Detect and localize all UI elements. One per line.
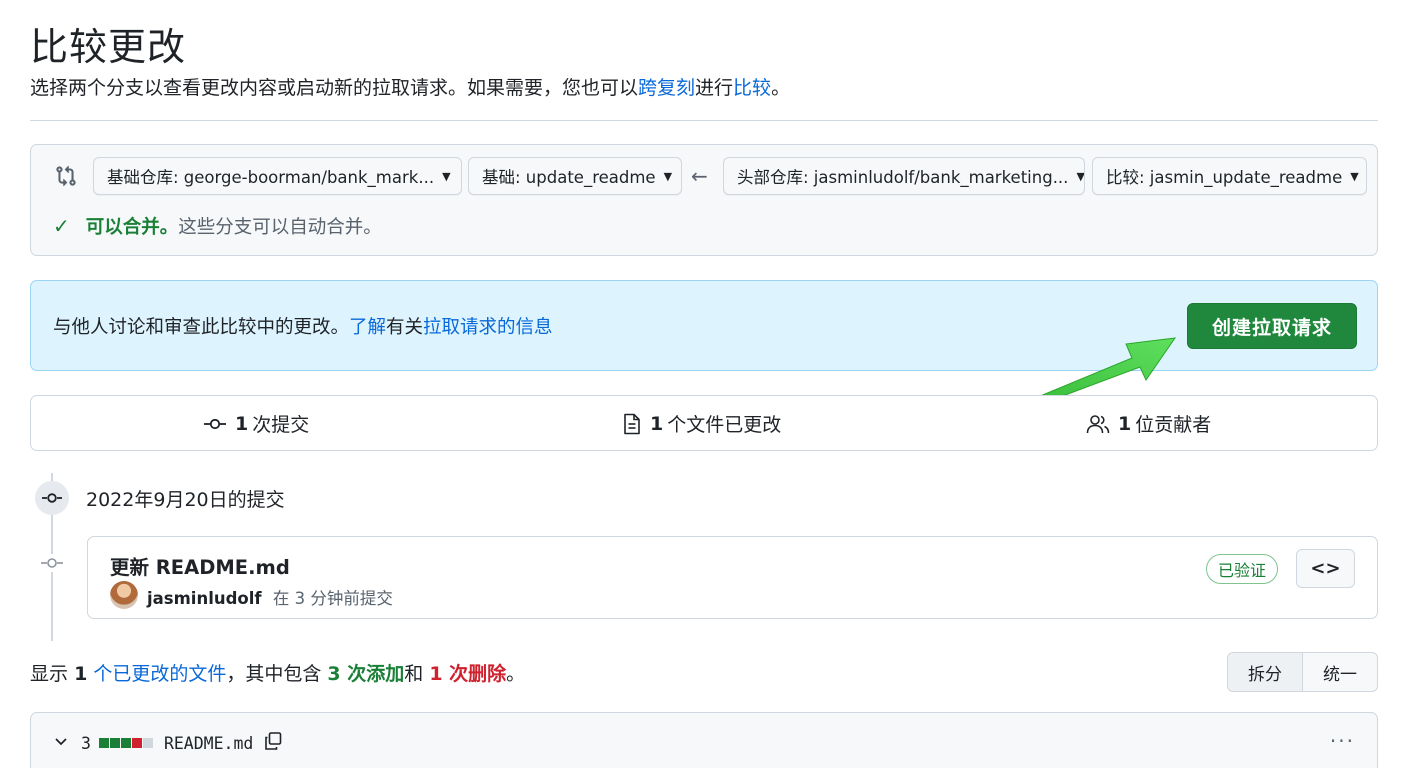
merge-ok-label: 可以合并。	[85, 217, 179, 238]
files-count: 1	[650, 412, 664, 435]
file-change-count: 3	[81, 733, 91, 753]
git-commit-icon	[42, 493, 62, 503]
commit-title-link[interactable]: 更新 README.md	[110, 551, 290, 580]
merge-detail: 这些分支可以自动合并。	[178, 217, 382, 238]
compare-branch-label: 比较: jasmin_update_readme	[1106, 168, 1343, 187]
caret-down-icon: ▼	[442, 169, 451, 183]
file-name-link[interactable]: README.md	[164, 734, 253, 753]
head-repo-select[interactable]: 头部仓库: jasminludolf/bank_marketing... ▼	[723, 157, 1085, 195]
learn-link[interactable]: 了解	[349, 317, 386, 338]
unified-view-button[interactable]: 统一	[1303, 653, 1377, 691]
banner-text-mid: 有关	[386, 317, 424, 338]
diff-files-count: 1	[74, 663, 88, 685]
caret-down-icon: ▼	[1350, 169, 1359, 183]
commit-card: 更新 README.md jasminludolf 在 3 分钟前提交 已验证 …	[87, 536, 1378, 619]
deletions-count: 1 次删除	[429, 663, 507, 685]
copy-icon[interactable]	[263, 731, 283, 755]
code-icon: <>	[1310, 558, 1341, 579]
files-label: 个文件已更改	[667, 414, 782, 436]
file-row: 3 README.md	[53, 731, 283, 755]
git-compare-icon	[56, 165, 76, 187]
compare-link[interactable]: 比较	[733, 77, 771, 99]
timeline-date-badge	[35, 481, 69, 515]
page-subtitle: 选择两个分支以查看更改内容或启动新的拉取请求。如果需要，您也可以跨复刻进行比较。	[30, 73, 790, 100]
base-repo-label: 基础仓库: george-boorman/bank_mark...	[107, 168, 435, 187]
diff-view-toggle: 拆分 统一	[1227, 652, 1378, 692]
changed-files-link[interactable]: 个已更改的文件	[93, 663, 226, 685]
contributors-label: 位贡献者	[1135, 414, 1212, 436]
commits-count: 1	[235, 412, 249, 435]
compare-branch-select[interactable]: 比较: jasmin_update_readme ▼	[1092, 157, 1367, 195]
comparison-stats: 1 次提交 1 个文件已更改 1 位贡献者	[30, 395, 1378, 451]
range-editor: 基础仓库: george-boorman/bank_mark... ▼ 基础: …	[30, 144, 1378, 256]
kebab-horizontal-icon[interactable]: ···	[1330, 729, 1355, 753]
caret-down-icon: ▼	[663, 169, 673, 183]
people-icon	[1086, 414, 1110, 433]
cross-fork-link[interactable]: 跨复刻	[638, 77, 695, 99]
subtitle-text: 选择两个分支以查看更改内容或启动新的拉取请求。如果需要，您也可以	[30, 77, 639, 99]
subtitle-text-end: 。	[771, 77, 791, 99]
avatar[interactable]	[110, 581, 138, 609]
base-branch-label: 基础: update_readme	[482, 168, 656, 187]
commit-date-heading: 2022年9月20日的提交	[86, 489, 285, 511]
diffstat-bar	[98, 738, 154, 748]
browse-code-button[interactable]: <>	[1296, 549, 1355, 588]
create-pull-request-button[interactable]: 创建拉取请求	[1187, 303, 1357, 349]
file-diff-icon	[624, 413, 640, 434]
chevron-down-icon[interactable]	[53, 733, 69, 753]
commit-author-link[interactable]: jasminludolf	[147, 589, 262, 608]
banner-description: 与他人讨论和审查此比较中的更改。	[53, 317, 350, 338]
additions-count: 3 次添加	[327, 663, 405, 685]
merge-status: ✓ 可以合并。 这些分支可以自动合并。	[53, 213, 382, 239]
base-branch-select[interactable]: 基础: update_readme ▼	[468, 157, 682, 195]
contributors-count: 1	[1118, 412, 1132, 435]
page-title: 比较更改	[30, 25, 187, 69]
subtitle-text-middle: 进行	[695, 77, 734, 99]
commits-tab[interactable]: 1 次提交	[203, 410, 309, 437]
diff-summary-prefix: 显示	[30, 663, 69, 685]
diff-summary-end: 。	[506, 663, 526, 685]
diff-summary-and: 和	[404, 663, 424, 685]
base-repo-select[interactable]: 基础仓库: george-boorman/bank_mark... ▼	[93, 157, 462, 195]
git-commit-icon	[40, 554, 64, 572]
arrow-left-icon: ←	[691, 164, 708, 188]
commits-label: 次提交	[252, 414, 310, 436]
head-repo-label: 头部仓库: jasminludolf/bank_marketing...	[737, 168, 1069, 187]
split-view-button[interactable]: 拆分	[1228, 653, 1303, 691]
pull-request-info-link[interactable]: 拉取请求的信息	[423, 317, 553, 338]
contributors-tab[interactable]: 1 位贡献者	[1086, 410, 1211, 437]
files-changed-tab[interactable]: 1 个文件已更改	[622, 410, 781, 437]
banner-text: 与他人讨论和审查此比较中的更改。了解有关拉取请求的信息	[53, 313, 553, 339]
title-divider	[30, 120, 1378, 121]
commit-time: 在 3 分钟前提交	[272, 589, 393, 608]
diff-summary: 显示 1 个已更改的文件，其中包含 3 次添加和 1 次删除。	[30, 659, 525, 686]
check-icon: ✓	[53, 214, 70, 238]
file-header: 3 README.md ···	[30, 712, 1378, 768]
verified-badge[interactable]: 已验证	[1206, 554, 1279, 584]
caret-down-icon: ▼	[1076, 169, 1085, 183]
git-commit-icon	[204, 418, 226, 429]
diff-summary-middle: ，其中包含	[226, 663, 322, 685]
commit-meta: jasminludolf 在 3 分钟前提交	[147, 585, 393, 609]
